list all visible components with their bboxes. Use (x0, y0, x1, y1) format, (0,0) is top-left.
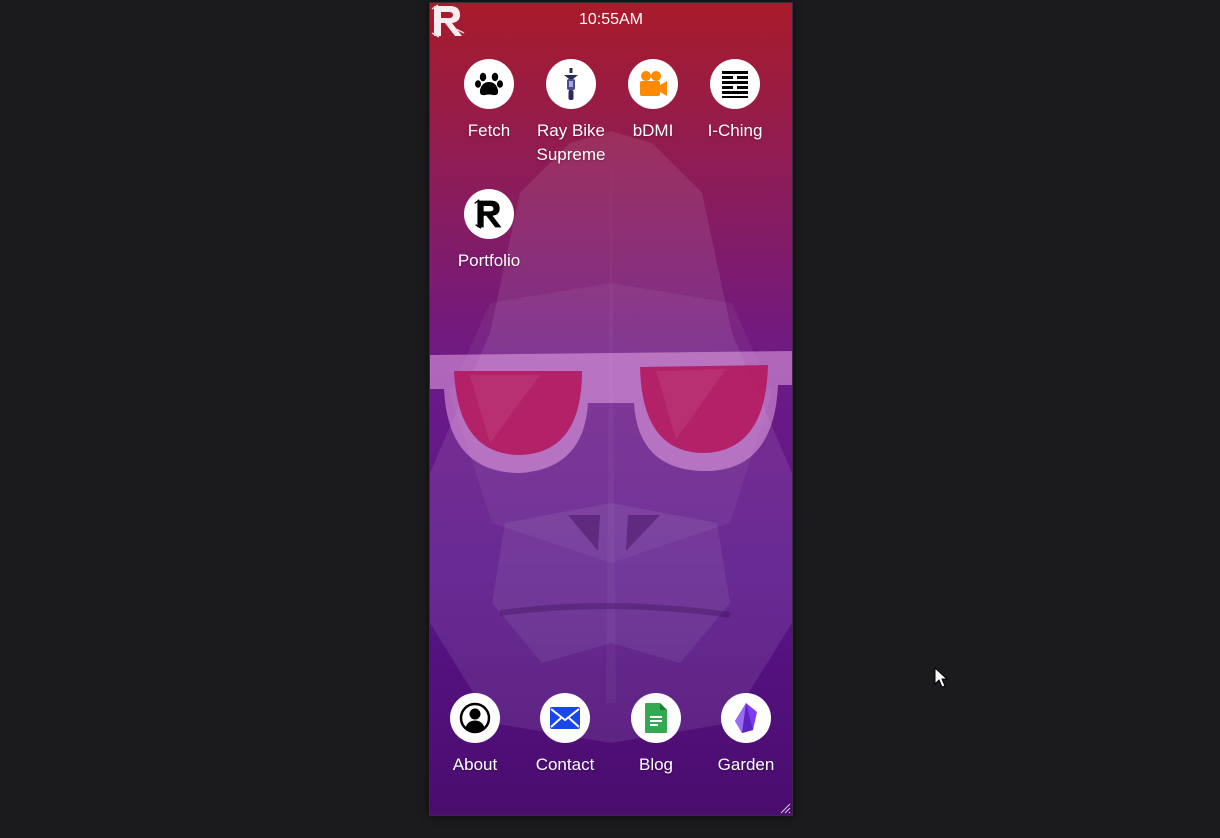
app-icon-circle (546, 59, 596, 109)
user-circle-icon (459, 702, 491, 734)
app-ray-bike-supreme[interactable]: Ray Bike Supreme (526, 59, 616, 167)
app-label: Contact (535, 755, 595, 774)
app-label: bDMI (632, 121, 674, 140)
phone-screen: 10:55AM Fetch Ray Bike Supreme bDMI I-Ch… (429, 2, 793, 816)
app-label: Garden (717, 755, 775, 774)
app-icon-circle (710, 59, 760, 109)
app-label: Blog (638, 755, 674, 774)
app-icon-circle (464, 59, 514, 109)
document-icon (645, 703, 667, 733)
app-icon-circle (540, 693, 590, 743)
app-label: I-Ching (707, 121, 763, 140)
app-label: Portfolio (457, 251, 521, 270)
envelope-icon (550, 707, 580, 729)
app-icon-circle (464, 189, 514, 239)
dock-about[interactable]: About (430, 693, 520, 777)
app-label: Ray Bike Supreme (536, 121, 606, 164)
app-label: Fetch (467, 121, 511, 140)
status-bar: 10:55AM (430, 3, 792, 38)
app-icon-circle (450, 693, 500, 743)
app-fetch[interactable]: Fetch (444, 59, 534, 143)
mouse-cursor-icon (934, 667, 949, 688)
dock-contact[interactable]: Contact (520, 693, 610, 777)
clock: 10:55AM (578, 11, 644, 28)
crystal-icon (735, 703, 757, 733)
dock-garden[interactable]: Garden (701, 693, 791, 777)
bike-icon (564, 68, 578, 100)
app-icon-circle (721, 693, 771, 743)
dock-blog[interactable]: Blog (611, 693, 701, 777)
app-portfolio[interactable]: Portfolio (444, 189, 534, 273)
movie-camera-icon (640, 71, 667, 96)
r-logo-icon (474, 199, 502, 229)
hexagram-icon (722, 71, 748, 98)
app-bdmi[interactable]: bDMI (608, 59, 698, 143)
app-icon-circle (631, 693, 681, 743)
resize-grip-icon[interactable] (779, 802, 791, 814)
paw-icon (475, 72, 503, 96)
app-label: About (452, 755, 498, 774)
app-i-ching[interactable]: I-Ching (690, 59, 780, 143)
app-icon-circle (628, 59, 678, 109)
